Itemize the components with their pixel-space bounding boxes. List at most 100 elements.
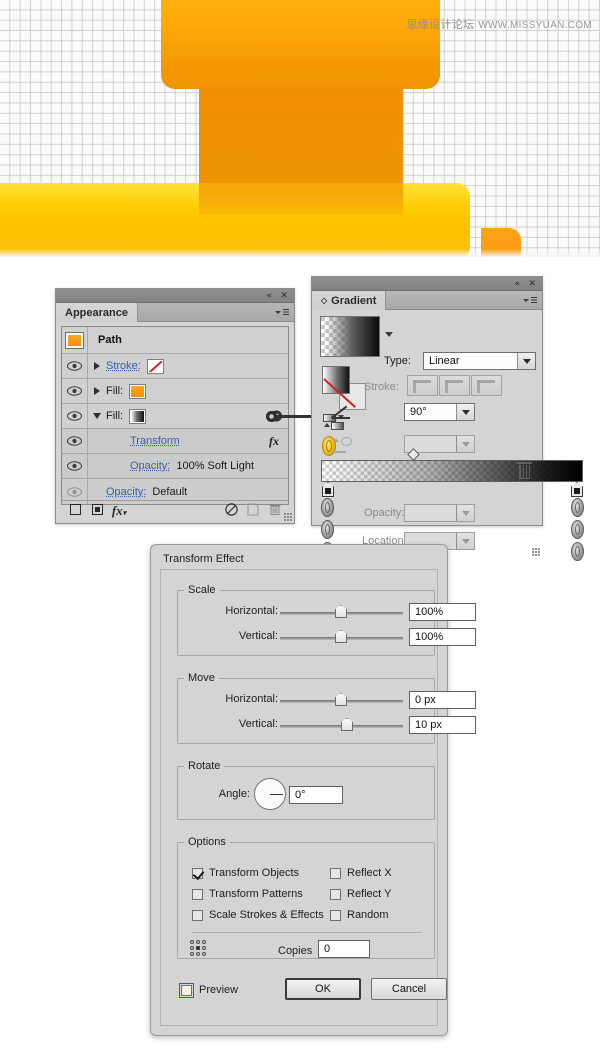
- cancel-button[interactable]: Cancel: [371, 978, 447, 1000]
- fill-swatch-gradient[interactable]: [129, 408, 147, 424]
- add-new-fill-button[interactable]: [86, 503, 108, 517]
- label-transform-objects[interactable]: Transform Objects: [209, 867, 299, 879]
- opacity-input[interactable]: [404, 504, 475, 522]
- shape-vertical-ribbon: [199, 86, 403, 196]
- stroke-type-along-button[interactable]: [439, 375, 470, 396]
- type-select-caret[interactable]: [517, 353, 535, 369]
- appearance-row-fill-solid[interactable]: Fill:: [62, 379, 288, 404]
- rotate-angle-row: Angle: 0°: [178, 772, 434, 816]
- angle-caret[interactable]: [456, 404, 474, 420]
- move-vertical-input[interactable]: 10 px: [409, 716, 476, 734]
- row-label-opacity-default[interactable]: Opacity:: [106, 486, 146, 498]
- row-label-opacity-softlight[interactable]: Opacity:: [130, 460, 170, 472]
- label-preview[interactable]: Preview: [199, 984, 238, 996]
- add-new-effect-button[interactable]: fx▾: [108, 504, 130, 517]
- stroke-swatch-none[interactable]: [146, 358, 164, 374]
- group-move: Move Horizontal: 0 px Vertical: 10 px: [177, 672, 476, 744]
- appearance-row-fill-gradient[interactable]: Fill:: [62, 404, 288, 429]
- shape-ribbon-overlay: [199, 183, 403, 257]
- scale-horizontal-input[interactable]: 100%: [409, 603, 476, 621]
- collapse-icon[interactable]: «: [514, 278, 520, 290]
- tab-appearance[interactable]: Appearance: [56, 303, 138, 322]
- collapse-icon[interactable]: «: [266, 290, 272, 302]
- rotate-angle-input[interactable]: 0°: [289, 786, 343, 804]
- angle-input[interactable]: 90°: [404, 403, 475, 421]
- stroke-type-across-button[interactable]: [471, 375, 502, 396]
- scale-horizontal-label: Horizontal:: [225, 605, 278, 617]
- clear-appearance-button[interactable]: [220, 502, 242, 518]
- rotate-angle-dial[interactable]: [254, 778, 286, 810]
- disclosure-triangle-fill-gradient[interactable]: [88, 413, 106, 419]
- disclosure-triangle-fill-solid[interactable]: [88, 387, 106, 395]
- gradient-stop-start[interactable]: [322, 482, 334, 497]
- move-horizontal-thumb[interactable]: [335, 693, 347, 706]
- copies-value: 0: [324, 943, 331, 955]
- row-label-fill-solid[interactable]: Fill:: [106, 385, 123, 397]
- appearance-row-transform[interactable]: Transform fx: [62, 429, 288, 454]
- fill-swatch-orange[interactable]: [129, 383, 147, 399]
- visibility-toggle-opacity-softlight[interactable]: [62, 454, 88, 478]
- scale-horizontal-thumb[interactable]: [335, 605, 347, 618]
- checkbox-preview[interactable]: [179, 983, 194, 998]
- row-label-fill-gradient[interactable]: Fill:: [106, 410, 123, 422]
- scale-vertical-thumb[interactable]: [335, 630, 347, 643]
- label-reflect-x[interactable]: Reflect X: [347, 867, 392, 879]
- gradient-preview-swatch[interactable]: [320, 316, 380, 357]
- panel-menu-icon[interactable]: [275, 307, 289, 318]
- tab-gradient[interactable]: ◇ Gradient: [312, 291, 387, 310]
- aspect-caret[interactable]: [456, 436, 474, 452]
- options-divider: [192, 932, 422, 933]
- stroke-type-within-button[interactable]: [407, 375, 438, 396]
- gradient-ramp[interactable]: [321, 460, 583, 482]
- panel-menu-icon[interactable]: [523, 295, 537, 306]
- move-horizontal-input[interactable]: 0 px: [409, 691, 476, 709]
- checkbox-transform-objects[interactable]: [192, 868, 203, 879]
- delete-item-button[interactable]: [264, 503, 286, 518]
- ok-button-label: OK: [315, 983, 331, 995]
- visibility-toggle-fill-gradient[interactable]: [62, 404, 88, 428]
- copies-input[interactable]: 0: [318, 940, 370, 958]
- group-scale-legend: Scale: [188, 584, 216, 596]
- visibility-toggle-transform[interactable]: [62, 429, 88, 453]
- row-label-transform[interactable]: Transform: [130, 435, 180, 447]
- appearance-target-row[interactable]: Path: [62, 327, 288, 354]
- gradient-fill-stroke-toggle[interactable]: [322, 366, 366, 410]
- visibility-toggle-stroke[interactable]: [62, 354, 88, 378]
- appearance-row-opacity-softlight[interactable]: Opacity: 100% Soft Light: [62, 454, 288, 479]
- opacity-caret[interactable]: [456, 505, 474, 521]
- annotation-marker: [321, 520, 334, 539]
- type-select[interactable]: Linear: [423, 352, 536, 370]
- close-icon[interactable]: ✕: [528, 278, 536, 290]
- visibility-toggle-fill-solid[interactable]: [62, 379, 88, 403]
- reference-point-selector[interactable]: [190, 940, 208, 958]
- row-label-stroke[interactable]: Stroke:: [106, 360, 141, 372]
- illustration-canvas: 思缘设计论坛 WWW.MISSYUAN.COM: [0, 0, 600, 257]
- tab-appearance-label: Appearance: [65, 306, 128, 319]
- gradient-preset-caret-icon[interactable]: [385, 332, 393, 337]
- close-icon[interactable]: ✕: [280, 290, 288, 302]
- appearance-row-stroke[interactable]: Stroke:: [62, 354, 288, 379]
- resize-grip[interactable]: [284, 513, 292, 521]
- duplicate-item-button[interactable]: [242, 502, 264, 518]
- label-random[interactable]: Random: [347, 909, 389, 921]
- scale-vertical-row: Vertical: 100%: [178, 625, 476, 650]
- cancel-button-label: Cancel: [391, 983, 427, 995]
- ok-button[interactable]: OK: [285, 978, 361, 1000]
- move-vertical-thumb[interactable]: [341, 718, 353, 731]
- gradient-stop-end[interactable]: [571, 482, 583, 497]
- resize-grip[interactable]: [532, 548, 540, 556]
- disclosure-triangle-stroke[interactable]: [88, 362, 106, 370]
- checkbox-scale-strokes-effects[interactable]: [192, 910, 203, 921]
- label-transform-patterns[interactable]: Transform Patterns: [209, 888, 303, 900]
- location-caret[interactable]: [456, 533, 474, 549]
- checkbox-reflect-x[interactable]: [330, 868, 341, 879]
- checkbox-reflect-y[interactable]: [330, 889, 341, 900]
- label-scale-strokes-effects[interactable]: Scale Strokes & Effects: [209, 909, 324, 921]
- checkbox-random[interactable]: [330, 910, 341, 921]
- fx-icon[interactable]: fx: [269, 434, 279, 449]
- add-new-stroke-button[interactable]: [64, 503, 86, 517]
- checkbox-transform-patterns[interactable]: [192, 889, 203, 900]
- delete-stop-button[interactable]: [517, 462, 532, 480]
- label-reflect-y[interactable]: Reflect Y: [347, 888, 391, 900]
- scale-vertical-input[interactable]: 100%: [409, 628, 476, 646]
